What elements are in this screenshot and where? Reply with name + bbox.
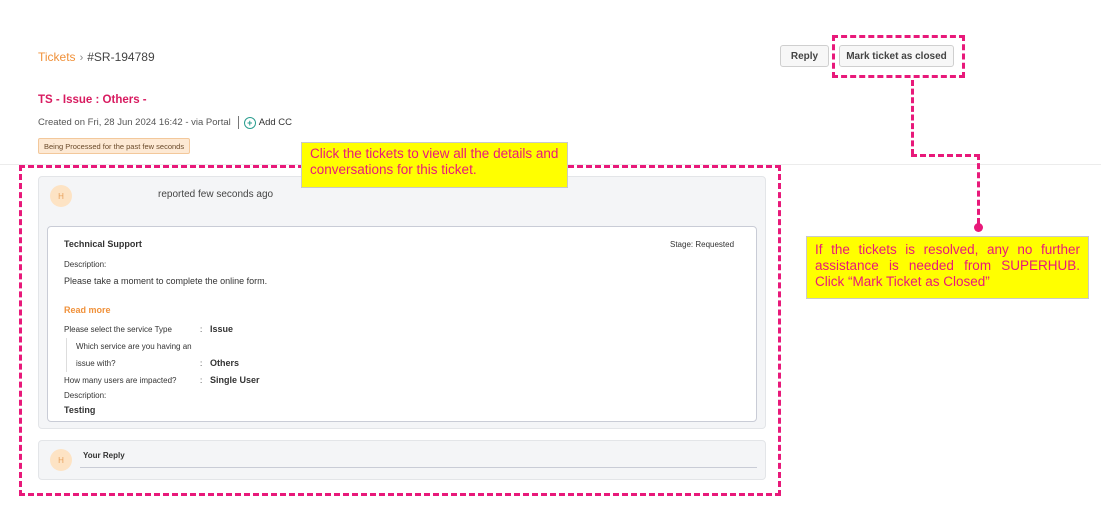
annotation-callout-tickets: Click the tickets to view all the detail… [301,142,568,188]
breadcrumb-separator: › [79,52,84,64]
breadcrumb-ticket-id: #SR-194789 [87,50,155,64]
add-cc-label: Add CC [258,117,293,128]
created-info: Created on Fri, 28 Jun 2024 16:42 - via … [38,117,231,128]
annotation-connector [911,154,980,157]
breadcrumb: Tickets › #SR-194789 [38,50,155,64]
status-badge: Being Processed for the past few seconds [38,138,191,154]
ticket-title: TS - Issue : Others - [38,94,147,106]
annotation-connector [977,154,980,224]
annotation-callout-close: If the tickets is resolved, any no furth… [806,236,1089,299]
reply-button[interactable]: Reply [780,45,829,67]
meta-divider [237,116,239,129]
annotation-highlight-tickets [19,165,781,496]
add-cc-link[interactable]: + Add CC [243,116,293,129]
breadcrumb-tickets-link[interactable]: Tickets [38,50,76,64]
annotation-dot [974,223,983,232]
plus-circle-icon: + [243,116,256,129]
annotation-highlight-close-button [832,35,965,78]
annotation-connector [911,80,914,155]
ticket-meta: Created on Fri, 28 Jun 2024 16:42 - via … [38,116,292,129]
